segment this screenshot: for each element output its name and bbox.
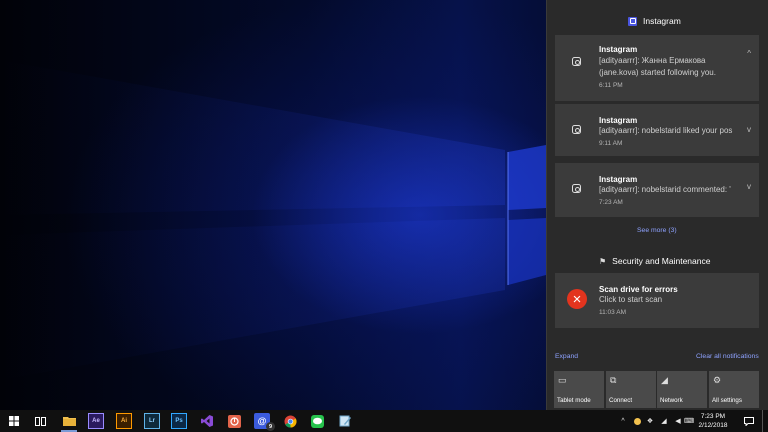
folder-icon [62,417,76,426]
notification-title: Instagram [599,175,638,184]
illustrator-icon: Ai [121,418,127,424]
at-sign-icon: @ [257,416,267,426]
start-button[interactable] [6,413,22,429]
notification-icon [744,416,754,426]
line-chat-icon [310,414,324,428]
error-x-icon: × [567,289,587,309]
notification-body-line1: [adityaarrr]: Жанна Ермакова [599,56,706,65]
taskbar-illustrator[interactable]: Ai [116,413,132,429]
notification-time: 7:23 AM [599,199,623,206]
tray-app-button[interactable] [632,410,642,432]
gear-icon: ⚙ [713,375,722,385]
chevron-up-icon: ^ [621,417,625,425]
chevron-up-icon[interactable]: ^ [747,49,751,58]
instagram-icon [572,57,581,66]
circle-app-icon [227,414,241,428]
tile-label: Tablet mode [557,397,591,404]
taskbar-lightroom[interactable]: Lr [144,413,160,429]
notification-card[interactable]: Instagram [adityaarrr]: nobelstarid comm… [555,163,759,217]
action-center-button[interactable] [742,410,756,432]
volume-button[interactable]: ◀ [673,410,683,432]
taskbar-after-effects[interactable]: Ae [88,413,104,429]
notification-body-line1: [adityaarrr]: nobelstarid liked your pos [599,126,733,135]
task-view-button[interactable] [32,413,48,429]
chevron-down-icon[interactable]: v [747,182,751,191]
clear-all-notifications-link[interactable]: Clear all notifications [696,353,759,360]
notification-time: 9:11 AM [599,140,623,147]
notification-card[interactable]: Instagram [adityaarrr]: nobelstarid like… [555,104,759,156]
visual-studio-icon [201,415,213,427]
connect-icon: ⧉ [610,375,617,385]
tile-label: Connect [609,397,633,404]
lightroom-icon: Lr [149,418,155,424]
notification-body-line2: (jane.kova) started following you. [599,68,716,77]
instagram-icon [572,125,581,134]
clock-date: 2/12/2018 [698,422,728,429]
notification-time: 6:11 PM [599,82,623,89]
speaker-icon: ◀ [675,418,681,425]
notification-card[interactable]: Instagram [adityaarrr]: Жанна Ермакова (… [555,35,759,101]
notification-body: Click to start scan [599,295,663,304]
taskbar-mail-app[interactable]: @ 9 [254,413,275,431]
group-title: Instagram [643,16,681,26]
chrome-icon [284,415,297,427]
notification-group-security[interactable]: ⚑ Security and Maintenance [599,256,710,266]
clock[interactable]: 7:23 PM 2/12/2018 [692,412,734,430]
expand-link[interactable]: Expand [555,353,578,360]
network-tray-button[interactable]: ◢ [659,410,669,432]
instagram-icon [572,184,581,193]
notification-time: 11:03 AM [599,309,626,316]
taskbar-chrome[interactable] [282,413,298,429]
tile-label: All settings [712,397,742,404]
notification-title: Scan drive for errors [599,285,678,294]
dropbox-icon: ❖ [646,418,654,425]
wifi-icon: ◢ [661,418,667,425]
taskbar-app-orange[interactable] [226,413,242,429]
after-effects-icon: Ae [92,418,100,424]
tablet-mode-icon: ▭ [558,375,567,385]
notification-group-instagram[interactable]: Instagram [628,16,681,26]
instagram-app-icon [628,16,637,26]
notification-title: Instagram [599,45,638,54]
flag-icon: ⚑ [599,256,607,266]
show-desktop-button[interactable] [762,410,768,432]
taskbar-notepad-app[interactable] [337,413,353,429]
windows-logo-icon [9,416,19,426]
tray-dropbox-button[interactable]: ❖ [645,410,655,432]
tray-app-icon [633,417,641,425]
taskbar-photoshop[interactable]: Ps [171,413,187,429]
taskbar-visual-studio[interactable] [199,413,215,429]
chevron-down-icon[interactable]: v [747,125,751,134]
notification-card-security[interactable]: × Scan drive for errors Click to start s… [555,273,759,328]
taskbar-line[interactable] [309,413,325,429]
network-tile[interactable]: ◢ Network [657,371,707,408]
group-title: Security and Maintenance [612,256,711,266]
notification-title: Instagram [599,116,638,125]
notification-body-line1: [adityaarrr]: nobelstarid commented: ' [599,185,731,194]
connect-tile[interactable]: ⧉ Connect [606,371,656,408]
notepad-icon [339,415,351,427]
taskbar-file-explorer[interactable] [61,413,77,432]
clock-time: 7:23 PM [700,413,726,420]
task-view-icon [34,416,46,426]
photoshop-icon: Ps [175,418,183,424]
taskbar: Ae Ai Lr Ps @ 9 ^ ❖ ◢ ◀ ⌨ 7:23 PM 2/12/2… [0,410,768,432]
notification-count-badge: 9 [266,422,275,431]
see-more-link[interactable]: See more (3) [637,227,677,234]
network-icon: ◢ [661,375,668,385]
tile-label: Network [660,397,683,404]
show-hidden-icons-button[interactable]: ^ [618,410,628,432]
all-settings-tile[interactable]: ⚙ All settings [709,371,759,408]
tablet-mode-tile[interactable]: ▭ Tablet mode [554,371,604,408]
